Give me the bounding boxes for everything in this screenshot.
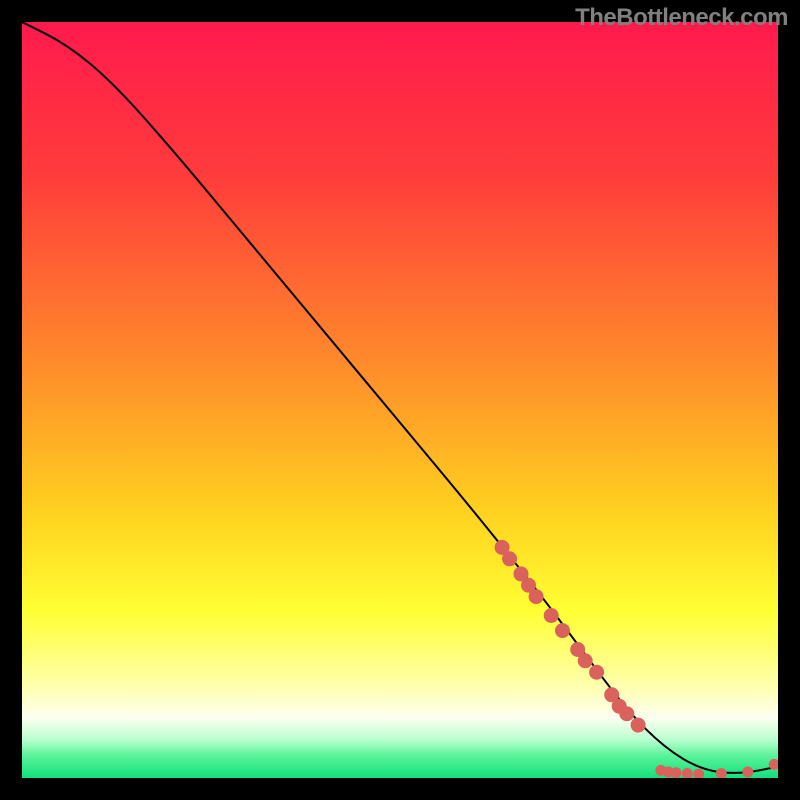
attribution-text: TheBottleneck.com — [575, 4, 788, 32]
data-marker — [619, 706, 634, 721]
data-marker — [742, 767, 753, 778]
plot-area — [22, 22, 778, 778]
data-marker — [670, 767, 681, 778]
data-marker — [555, 623, 570, 638]
chart-frame: TheBottleneck.com — [0, 0, 800, 800]
data-marker — [544, 608, 559, 623]
data-marker — [529, 589, 544, 604]
data-marker — [589, 665, 604, 680]
data-marker — [502, 551, 517, 566]
bottleneck-chart — [22, 22, 778, 778]
gradient-background — [22, 22, 778, 778]
data-marker — [631, 718, 646, 733]
data-marker — [578, 653, 593, 668]
